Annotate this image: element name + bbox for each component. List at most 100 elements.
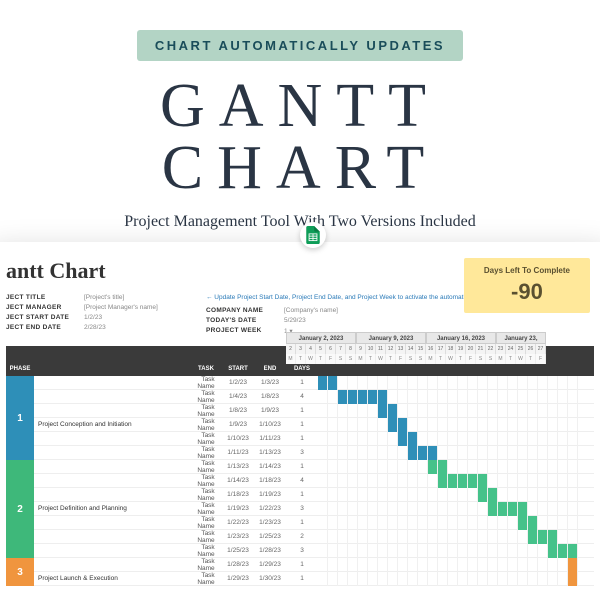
gantt-bar-row — [318, 572, 578, 586]
task-name: Task Name — [197, 474, 214, 488]
phase-number-tab: 1 — [6, 376, 34, 460]
task-days: 4 — [286, 477, 318, 484]
task-end: 1/8/23 — [254, 393, 286, 400]
task-row[interactable]: Task Name1/28/231/29/231 — [34, 558, 594, 572]
google-sheets-icon — [300, 222, 326, 248]
meta-label: TODAY'S DATE — [206, 317, 284, 324]
meta-label: PROJECT WEEK — [206, 327, 284, 335]
task-start: 1/8/23 — [222, 407, 254, 414]
task-start: 1/14/23 — [222, 477, 254, 484]
gantt-bar-row — [318, 390, 578, 404]
task-row[interactable]: Task Name1/22/231/23/231 — [34, 516, 594, 530]
days-left-box: Days Left To Complete -90 — [464, 258, 590, 313]
task-start: 1/11/23 — [222, 449, 254, 456]
task-name: Task Name — [197, 376, 214, 390]
day-of-week: M — [426, 354, 436, 364]
header-days: DAYS — [286, 366, 318, 376]
meta-value[interactable]: 2/28/23 — [84, 324, 106, 331]
task-row[interactable]: Task Name1/11/231/13/233 — [34, 446, 594, 460]
header-task: TASK — [190, 366, 222, 376]
meta-value[interactable]: 1/2/23 — [84, 314, 102, 321]
task-name: Task Name — [197, 544, 214, 558]
month-header: January 16, 2023 — [426, 332, 496, 344]
gantt-bar-row — [318, 516, 578, 530]
meta-label: JECT MANAGER — [6, 304, 84, 311]
task-row[interactable]: Task Name1/4/231/8/234 — [34, 390, 594, 404]
days-left-value: -90 — [484, 279, 570, 305]
phase-block: 1Task Name1/2/231/3/231Task Name1/4/231/… — [6, 376, 594, 460]
task-row[interactable]: Task Name1/2/231/3/231 — [34, 376, 594, 390]
gantt-bar-row — [318, 404, 578, 418]
day-number: 10 — [366, 344, 376, 354]
day-number: 12 — [386, 344, 396, 354]
header-start: START — [222, 366, 254, 376]
task-name: Task Name — [197, 502, 214, 516]
meta-value[interactable]: [Project's title] — [84, 294, 124, 301]
task-days: 1 — [286, 491, 318, 498]
day-of-week: T — [366, 354, 376, 364]
task-days: 1 — [286, 561, 318, 568]
day-of-week: T — [386, 354, 396, 364]
task-row[interactable]: Task Name 1/14/231/18/234 — [34, 474, 594, 488]
day-of-week: T — [456, 354, 466, 364]
task-name: Task Name — [197, 446, 214, 460]
gantt-bar-row — [318, 488, 578, 502]
main-title: GANTT CHART — [25, 75, 575, 199]
task-row[interactable]: Task Name1/25/231/28/233 — [34, 544, 594, 558]
day-number: 21 — [476, 344, 486, 354]
task-days: 1 — [286, 463, 318, 470]
task-end: 1/18/23 — [254, 477, 286, 484]
task-row[interactable]: Task Name1/23/231/25/232 — [34, 530, 594, 544]
task-start: 1/22/23 — [222, 519, 254, 526]
task-start: 1/13/23 — [222, 463, 254, 470]
task-end: 1/10/23 — [254, 421, 286, 428]
day-of-week: F — [466, 354, 476, 364]
task-row[interactable]: Task Name1/18/231/19/231 — [34, 488, 594, 502]
gantt-bar-row — [318, 474, 578, 488]
day-of-week: S — [406, 354, 416, 364]
eyebrow-badge: CHART AUTOMATICALLY UPDATES — [137, 30, 463, 61]
task-row[interactable]: Task Name1/8/231/9/231 — [34, 404, 594, 418]
day-number: 15 — [416, 344, 426, 354]
task-row[interactable]: Task Name1/13/231/14/231 — [34, 460, 594, 474]
task-end: 1/22/23 — [254, 505, 286, 512]
task-end: 1/23/23 — [254, 519, 286, 526]
meta-value[interactable]: [Company's name] — [284, 307, 338, 314]
task-name: Task Name — [197, 488, 214, 502]
phase-block: 3Task Name1/28/231/29/231Project Launch … — [6, 558, 594, 586]
task-days: 1 — [286, 575, 318, 582]
task-name: Task Name — [197, 404, 214, 418]
day-of-week: T — [506, 354, 516, 364]
day-number: 6 — [326, 344, 336, 354]
task-row[interactable]: Project Launch & ExecutionTask Name1/29/… — [34, 572, 594, 586]
timeline-header: January 2, 2023January 9, 2023January 16… — [286, 332, 594, 364]
phase-label: Project Conception and Initiation — [34, 421, 132, 428]
task-days: 1 — [286, 407, 318, 414]
task-name: Task Name — [197, 530, 214, 544]
task-end: 1/25/23 — [254, 533, 286, 540]
meta-value[interactable]: 5/29/23 — [284, 317, 306, 324]
day-number: 5 — [316, 344, 326, 354]
day-number: 20 — [466, 344, 476, 354]
day-of-week: F — [536, 354, 546, 364]
hero-section: CHART AUTOMATICALLY UPDATES GANTT CHART … — [0, 0, 600, 249]
gantt-bar-row — [318, 376, 578, 390]
task-start: 1/28/23 — [222, 561, 254, 568]
day-of-week: M — [496, 354, 506, 364]
day-of-week: S — [476, 354, 486, 364]
meta-value[interactable]: [Project Manager's name] — [84, 304, 158, 311]
day-of-week: W — [446, 354, 456, 364]
day-number: 4 — [306, 344, 316, 354]
task-row[interactable]: Project Conception and Initiation Task Na… — [34, 418, 594, 432]
day-of-week: M — [356, 354, 366, 364]
task-end: 1/19/23 — [254, 491, 286, 498]
subtitle: Project Management Tool With Two Version… — [25, 213, 575, 231]
task-name: Task Name — [197, 418, 214, 432]
task-row[interactable]: Task Name1/10/231/11/231 — [34, 432, 594, 446]
day-number: 17 — [436, 344, 446, 354]
day-of-week: T — [436, 354, 446, 364]
day-of-week: T — [316, 354, 326, 364]
day-number: 22 — [486, 344, 496, 354]
phase-block: 2Task Name1/13/231/14/231Task Name1/14/2… — [6, 460, 594, 558]
task-row[interactable]: Project Definition and PlanningTask Name… — [34, 502, 594, 516]
